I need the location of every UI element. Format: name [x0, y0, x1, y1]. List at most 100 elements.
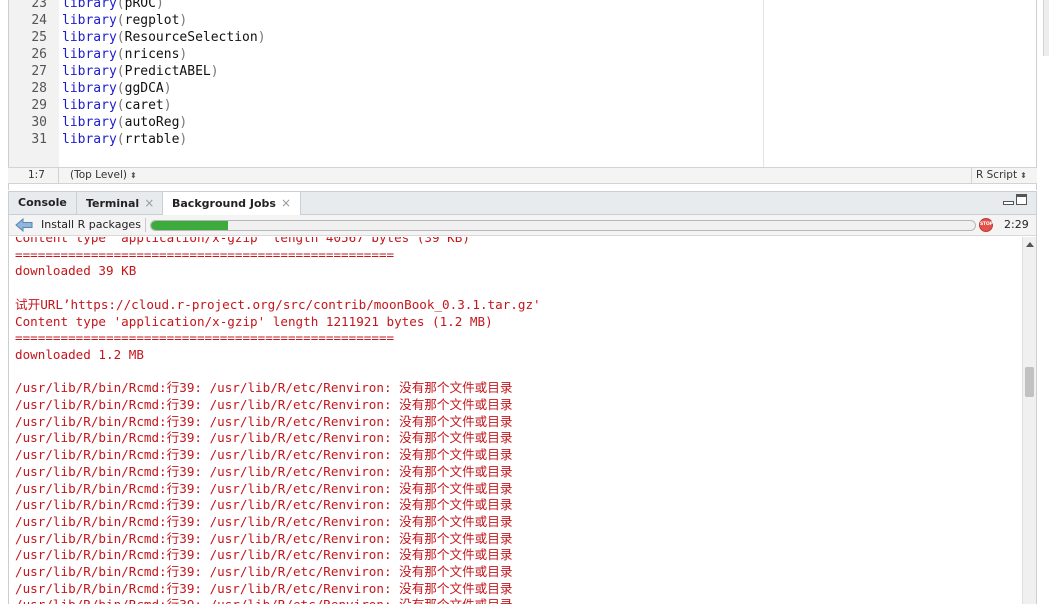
line-number: 24: [31, 13, 47, 28]
paren-open: (: [116, 30, 125, 45]
file-type-label: R Script: [976, 169, 1018, 181]
output-line: /usr/lib/R/bin/Rcmd:行39: /usr/lib/R/etc/…: [15, 463, 513, 479]
console-pane: Console Terminal × Background Jobs × Insta…: [8, 191, 1037, 604]
close-icon[interactable]: ×: [144, 196, 154, 210]
output-line: Content type 'application/x-gzip' length…: [15, 313, 493, 329]
tab-label: Terminal: [86, 197, 140, 210]
paren-close: ): [155, 0, 164, 11]
paren-open: (: [116, 81, 125, 96]
line-number: 28: [31, 81, 47, 96]
job-toolbar: Install R packages STOP 2:29: [9, 215, 1036, 236]
updown-chevron-icon: ⬍: [129, 171, 137, 180]
code-area[interactable]: library(pROC) library(regplot) library(Res…: [59, 0, 1036, 167]
function-name: library: [62, 115, 117, 130]
output-line: /usr/lib/R/bin/Rcmd:行39: /usr/lib/R/etc/…: [15, 580, 513, 596]
editor-scrollbar[interactable]: [1043, 0, 1049, 56]
code-line[interactable]: library(caret): [62, 97, 172, 114]
output-line: /usr/lib/R/bin/Rcmd:行39: /usr/lib/R/etc/…: [15, 480, 513, 496]
paren-open: (: [116, 115, 125, 130]
job-progress-fill: [151, 221, 228, 230]
line-number: 26: [31, 47, 47, 62]
back-arrow-icon[interactable]: [15, 218, 33, 232]
tab-console[interactable]: Console: [9, 192, 77, 215]
job-progress-bar: [150, 220, 976, 231]
function-name: library: [62, 30, 117, 45]
function-name: library: [62, 47, 117, 62]
function-name: library: [62, 98, 117, 113]
updown-chevron-icon: ⬍: [1020, 171, 1027, 180]
maximize-icon[interactable]: [1016, 194, 1027, 205]
scope-label: (Top Level): [70, 169, 127, 181]
paren-close: ): [210, 64, 219, 79]
minimize-icon[interactable]: [1003, 201, 1014, 205]
paren-close: ): [163, 98, 172, 113]
paren-close: ): [163, 81, 172, 96]
editor-status-bar: 1:7 (Top Level) ⬍ R Script ⬍: [8, 167, 1037, 184]
function-name: library: [62, 64, 117, 79]
close-icon[interactable]: ×: [281, 196, 291, 210]
package-name: ggDCA: [124, 81, 164, 96]
editor-border-left: [8, 0, 9, 190]
code-line[interactable]: library(PredictABEL): [62, 63, 219, 80]
output-line: /usr/lib/R/bin/Rcmd:行39: /usr/lib/R/etc/…: [15, 430, 513, 446]
status-separator: [971, 168, 972, 183]
stop-icon[interactable]: STOP: [979, 218, 993, 232]
tab-terminal[interactable]: Terminal ×: [77, 192, 165, 215]
file-type-selector[interactable]: R Script ⬍: [976, 169, 1027, 181]
output-line: downloaded 39 KB: [15, 263, 137, 279]
paren-open: (: [116, 0, 125, 11]
scope-selector[interactable]: (Top Level) ⬍: [70, 169, 137, 181]
output-line: ========================================…: [15, 330, 395, 346]
output-scrollbar[interactable]: [1022, 237, 1036, 604]
output-line: /usr/lib/R/bin/Rcmd:行39: /usr/lib/R/etc/…: [15, 397, 513, 412]
tab-background-jobs[interactable]: Background Jobs ×: [162, 192, 301, 216]
paren-close: ): [179, 13, 188, 28]
paren-close: ): [179, 47, 188, 62]
output-line: /usr/lib/R/bin/Rcmd:行39: /usr/lib/R/etc/…: [15, 413, 513, 429]
package-name: PredictABEL: [124, 64, 211, 79]
tab-label: Console: [18, 196, 67, 209]
line-number: 31: [31, 132, 47, 147]
output-line: /usr/lib/R/bin/Rcmd:行39: /usr/lib/R/etc/…: [15, 596, 512, 604]
function-name: library: [62, 132, 117, 147]
output-line: /usr/lib/R/bin/Rcmd:行39: /usr/lib/R/etc/…: [15, 447, 513, 463]
print-margin-line: [763, 0, 764, 167]
paren-open: (: [116, 47, 125, 62]
paren-open: (: [116, 98, 125, 113]
stop-label: STOP: [980, 222, 993, 227]
toolbar-separator: [145, 218, 146, 232]
paren-close: ): [179, 132, 188, 147]
paren-open: (: [116, 132, 125, 147]
status-separator: [58, 168, 59, 183]
paren-open: (: [116, 13, 125, 28]
code-line[interactable]: library(nricens): [62, 46, 187, 63]
line-number: 27: [31, 64, 47, 79]
code-line[interactable]: library(pROC): [62, 0, 164, 12]
function-name: library: [62, 81, 117, 96]
package-name: regplot: [124, 13, 180, 28]
code-line[interactable]: library(regplot): [62, 12, 187, 29]
job-name: Install R packages: [41, 218, 141, 231]
package-name: nricens: [124, 47, 180, 62]
output-line: /usr/lib/R/bin/Rcmd:行39: /usr/lib/R/etc/…: [15, 513, 513, 529]
cursor-position: 1:7: [28, 169, 45, 181]
package-name: autoReg: [124, 115, 180, 130]
code-line[interactable]: library(ResourceSelection): [62, 29, 266, 46]
output-line: /usr/lib/R/bin/Rcmd:行39: /usr/lib/R/etc/…: [15, 564, 513, 579]
code-line[interactable]: library(ggDCA): [62, 80, 172, 97]
code-line[interactable]: library(rrtable): [62, 131, 187, 148]
function-name: library: [62, 13, 117, 28]
output-line: ========================================…: [15, 246, 395, 262]
job-output[interactable]: Content type 'application/x-gzip' length…: [9, 237, 1022, 604]
output-line: /usr/lib/R/bin/Rcmd:行39: /usr/lib/R/etc/…: [15, 380, 513, 396]
line-number: 25: [31, 30, 47, 45]
line-number: 30: [31, 115, 47, 130]
output-line: /usr/lib/R/bin/Rcmd:行39: /usr/lib/R/etc/…: [15, 547, 513, 563]
code-line[interactable]: library(autoReg): [62, 114, 187, 131]
job-elapsed-time: 2:29: [1004, 218, 1029, 231]
scroll-up-arrow-icon[interactable]: [1026, 242, 1034, 247]
scrollbar-thumb[interactable]: [1025, 367, 1034, 397]
line-number: 29: [31, 98, 47, 113]
source-editor[interactable]: library(pROC) library(regplot) library(Res…: [0, 0, 1049, 167]
output-line: /usr/lib/R/bin/Rcmd:行39: /usr/lib/R/etc/…: [15, 530, 513, 546]
